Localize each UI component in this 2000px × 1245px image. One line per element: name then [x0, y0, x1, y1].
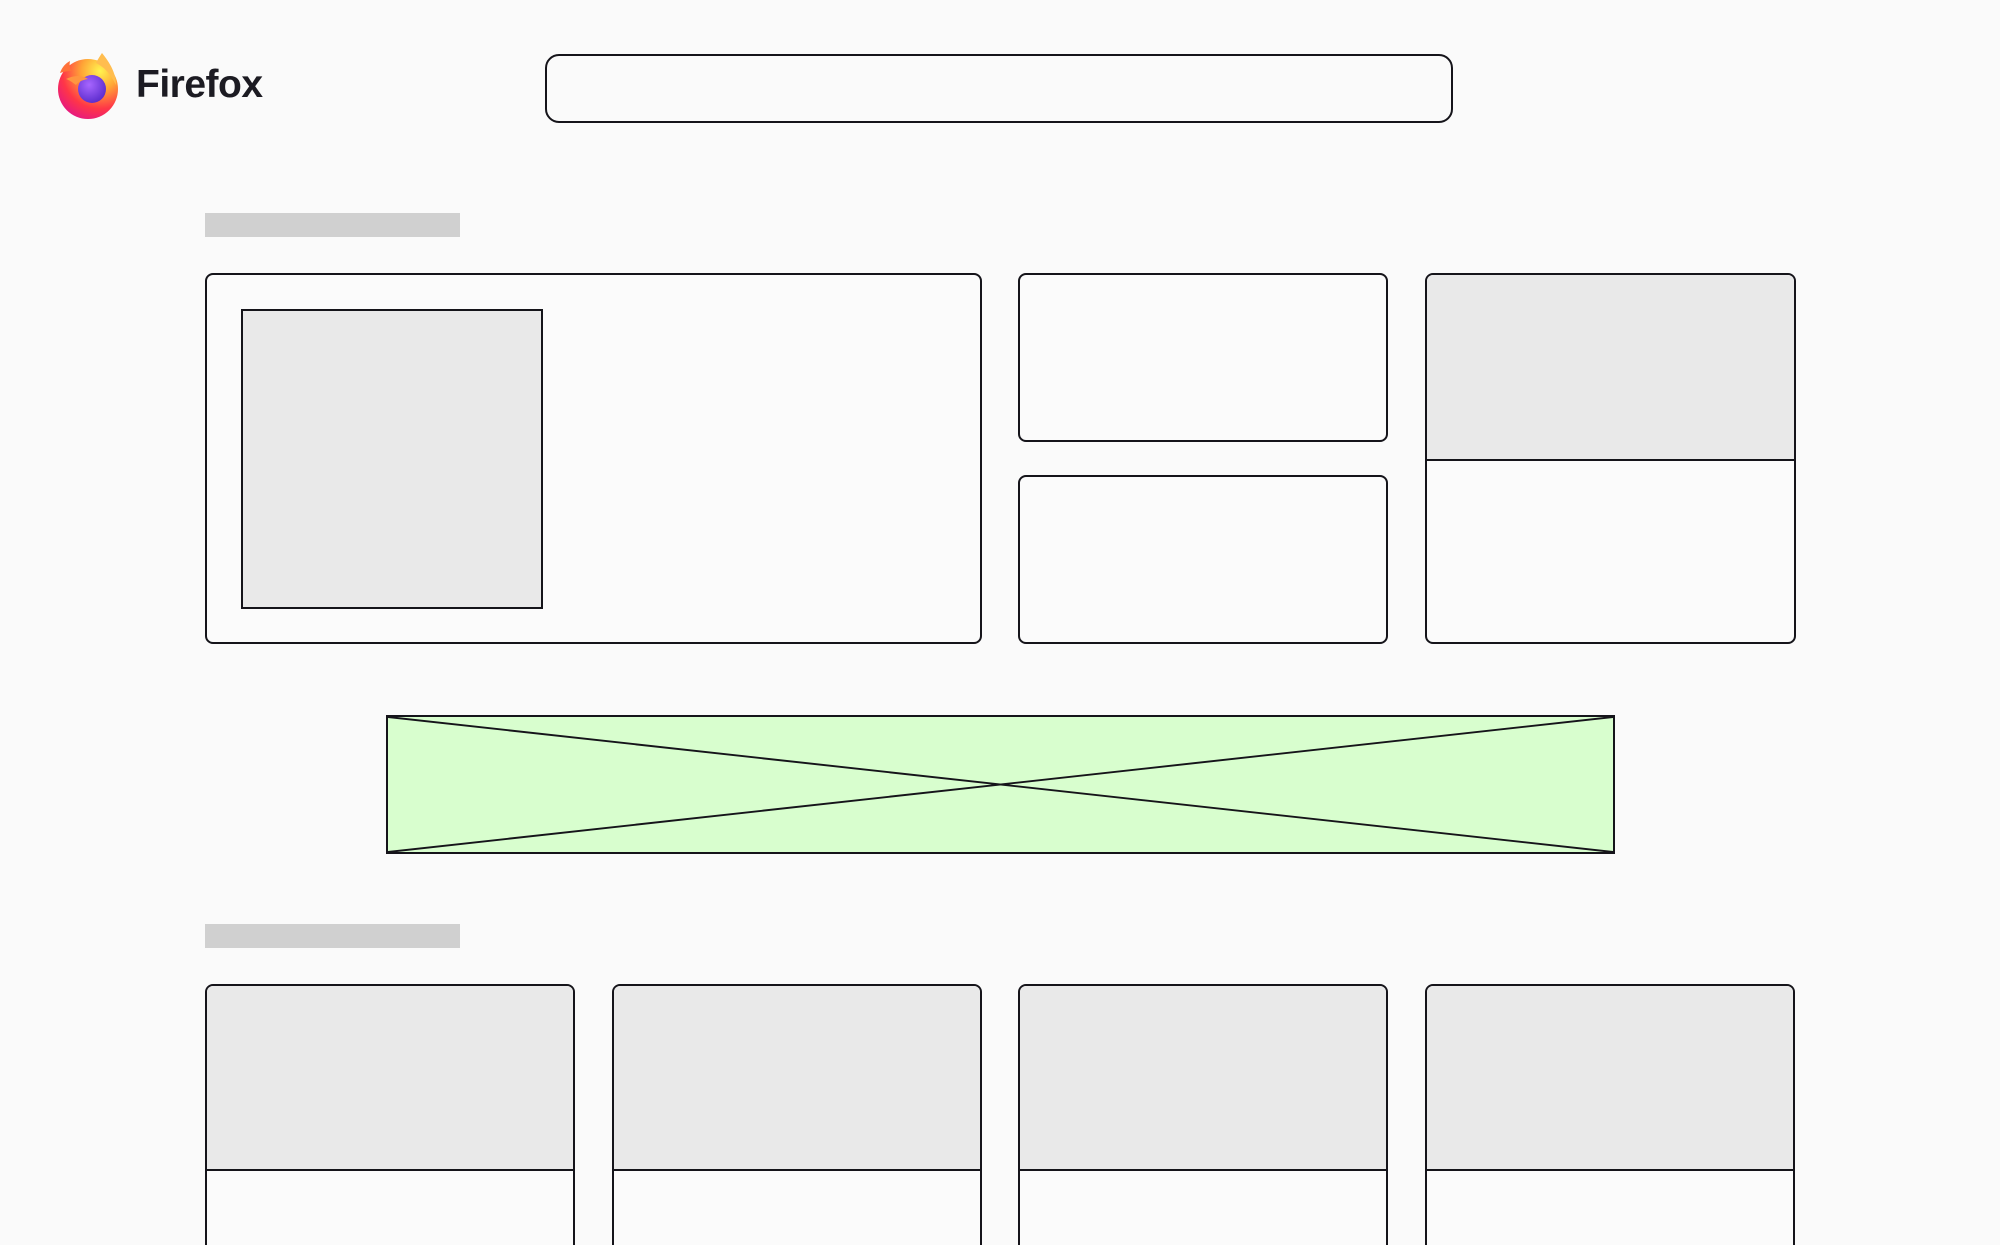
card-image-placeholder: [1427, 275, 1794, 461]
story-card[interactable]: [612, 984, 982, 1245]
story-card[interactable]: [1425, 984, 1795, 1245]
card-image-placeholder: [207, 986, 573, 1171]
section-heading-placeholder: [205, 213, 460, 237]
story-card[interactable]: [205, 984, 575, 1245]
small-card[interactable]: [1018, 475, 1388, 644]
ad-placeholder[interactable]: [386, 715, 1615, 854]
brand: Firefox: [52, 48, 263, 122]
placeholder-cross-icon: [388, 717, 1613, 852]
brand-name: Firefox: [136, 63, 263, 106]
card-image-placeholder: [614, 986, 980, 1171]
section-heading-placeholder: [205, 924, 460, 948]
new-tab-page: Firefox: [0, 0, 2000, 1245]
search-input[interactable]: [545, 54, 1453, 123]
card-image-placeholder: [1020, 986, 1386, 1171]
card-image-placeholder: [1427, 986, 1793, 1171]
hero-card[interactable]: [205, 273, 982, 644]
firefox-logo-icon: [58, 53, 118, 119]
small-card[interactable]: [1018, 273, 1388, 442]
hero-card-image-placeholder: [241, 309, 543, 609]
tall-card[interactable]: [1425, 273, 1796, 644]
story-card[interactable]: [1018, 984, 1388, 1245]
